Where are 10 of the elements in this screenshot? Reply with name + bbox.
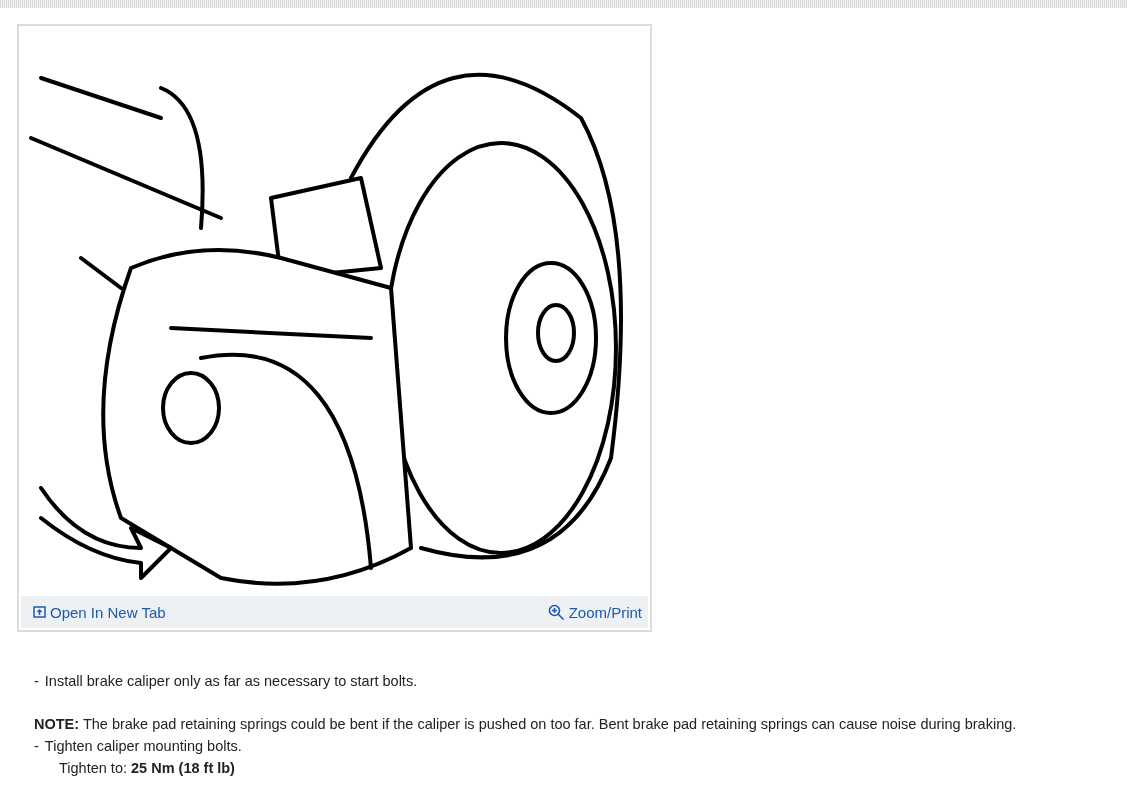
list-marker: -: [34, 672, 39, 691]
list-marker: -: [34, 737, 39, 756]
new-tab-icon: [33, 606, 46, 618]
note-text: NOTE: The brake pad retaining springs could be bent if the caliper is pushed on too far. Bent brake pad retaining springs can cause noise during braking.: [34, 715, 1017, 734]
step-text: Install brake caliper only as far as necessary to start bolts.: [44, 672, 418, 691]
zoom-print-link[interactable]: Zoom/Print: [547, 603, 642, 621]
step-text: Tighten caliper mounting bolts.: [44, 737, 242, 756]
torque-spec-text: Tighten to: 25 Nm (18 ft lb): [59, 759, 235, 778]
zoom-icon: [547, 603, 565, 621]
open-in-new-tab-link[interactable]: Open In New Tab: [33, 603, 166, 621]
